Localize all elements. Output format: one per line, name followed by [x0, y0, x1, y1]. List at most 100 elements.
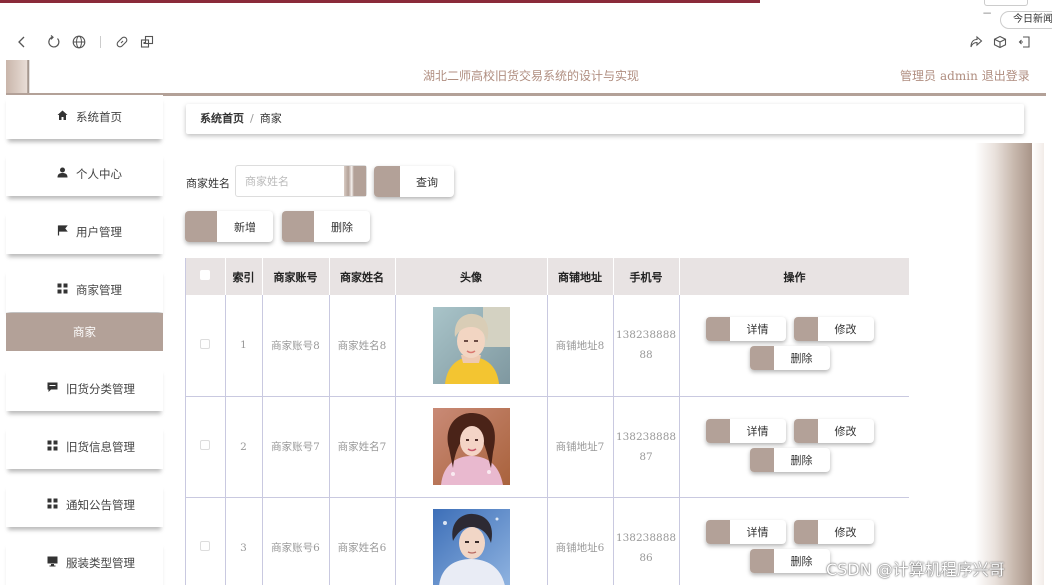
- avatar: [432, 509, 510, 585]
- sidebar-item-goods-mgmt[interactable]: 旧货信息管理: [6, 425, 163, 469]
- button-swatch: [705, 519, 730, 544]
- edit-button[interactable]: 修改: [793, 418, 874, 443]
- sidebar-item-label: 用户管理: [76, 225, 122, 239]
- avatar: [432, 408, 510, 485]
- breadcrumb-home[interactable]: 系统首页: [200, 112, 244, 125]
- detail-button-label: 详情: [746, 525, 769, 539]
- avatar-cell: [395, 295, 548, 397]
- sidebar-item-clothing-type-mgmt[interactable]: 服装类型管理: [6, 541, 163, 585]
- delete-button[interactable]: 删除: [282, 211, 370, 242]
- query-button-label: 查询: [416, 175, 438, 189]
- minimize-button[interactable]: −: [982, 6, 992, 20]
- table-header-row: 索引 商家账号 商家姓名 头像 商铺地址 手机号 操作: [186, 258, 909, 295]
- column-header: 操作: [679, 258, 909, 295]
- avatar: [432, 306, 510, 384]
- grid-icon: [56, 283, 68, 297]
- detail-button[interactable]: 详情: [705, 317, 786, 342]
- operations-group: 详情 修改 删除: [680, 397, 908, 497]
- share-icon[interactable]: [968, 34, 984, 50]
- column-header: 商铺地址: [547, 258, 614, 295]
- account-cell: 商家账号8: [262, 295, 330, 397]
- column-header: 手机号: [613, 258, 680, 295]
- address-cell: 商铺地址8: [547, 295, 614, 397]
- row-checkbox[interactable]: [200, 440, 211, 450]
- edit-button[interactable]: 修改: [793, 317, 874, 342]
- phone-cell: 138238888 86: [613, 497, 680, 585]
- avatar-cell: [395, 396, 548, 498]
- column-header: 索引: [225, 258, 263, 295]
- globe-icon[interactable]: [71, 34, 87, 50]
- exit-icon[interactable]: [1017, 34, 1033, 50]
- sidebar-item-label: 旧货信息管理: [66, 440, 135, 454]
- logout-link[interactable]: 退出登录: [982, 69, 1030, 83]
- sidebar-item-label: 商家: [73, 325, 96, 339]
- phone-line-1: 138238888: [615, 329, 677, 342]
- csdn-watermark: CSDN @计算机程序兴哥: [826, 560, 1005, 579]
- row-checkbox[interactable]: [200, 338, 211, 349]
- link-icon[interactable]: [114, 34, 130, 50]
- back-icon[interactable]: [14, 34, 30, 50]
- button-swatch: [793, 418, 818, 443]
- sidebar-item-merchant-mgmt[interactable]: 商家管理: [6, 268, 163, 312]
- sidebar-item-profile[interactable]: 个人中心: [6, 152, 163, 196]
- select-all-cell[interactable]: [186, 258, 226, 295]
- sidebar-item-category-mgmt[interactable]: 旧货分类管理: [6, 367, 163, 411]
- button-swatch: [705, 317, 730, 342]
- detail-button-label: 详情: [746, 323, 769, 337]
- query-button[interactable]: 查询: [374, 166, 454, 197]
- phone-cell: 138238888 88: [613, 295, 680, 397]
- row-checkbox[interactable]: [200, 541, 211, 551]
- sidebar-item-users[interactable]: 用户管理: [6, 210, 163, 254]
- window-top-line: [0, 0, 760, 3]
- row-select-cell[interactable]: [186, 396, 226, 498]
- account-cell: 商家账号7: [262, 396, 330, 498]
- breadcrumb-separator: /: [250, 112, 254, 125]
- button-swatch: [374, 166, 400, 197]
- column-header: 头像: [395, 258, 548, 295]
- sidebar-item-label: 个人中心: [76, 167, 122, 181]
- detail-button[interactable]: 详情: [705, 418, 786, 443]
- user-area: 管理员 admin 退出登录: [900, 67, 1030, 84]
- select-all-checkbox[interactable]: [200, 270, 211, 280]
- account-cell: 商家账号6: [262, 497, 330, 585]
- sidebar-item-label: 系统首页: [76, 110, 122, 124]
- row-select-cell[interactable]: [186, 497, 226, 585]
- row-delete-button[interactable]: 删除: [749, 346, 830, 371]
- today-news-tab[interactable]: 今日新闻: [1000, 11, 1052, 29]
- search-input[interactable]: [236, 166, 344, 196]
- table-row: 3 商家账号6 商家姓名6 商铺地址6 138238888 86 详情 修改 删…: [186, 497, 909, 585]
- edit-button-label: 修改: [834, 424, 857, 438]
- row-delete-button[interactable]: 删除: [749, 548, 830, 573]
- system-title: 湖北二师高校旧货交易系统的设计与实现: [423, 69, 640, 83]
- detail-button[interactable]: 详情: [705, 519, 786, 544]
- sidebar-item-label: 通知公告管理: [66, 498, 135, 512]
- sidebar-item-home[interactable]: 系统首页: [6, 95, 163, 139]
- phone-line-2: 86: [639, 551, 653, 564]
- sidebar-item-notice-mgmt[interactable]: 通知公告管理: [6, 483, 163, 527]
- phone-line-2: 87: [639, 450, 653, 463]
- user-icon: [56, 167, 68, 181]
- qr-icon[interactable]: [139, 34, 155, 50]
- edit-button[interactable]: 修改: [793, 519, 874, 544]
- row-delete-button-label: 删除: [790, 352, 813, 366]
- add-button[interactable]: 新增: [185, 211, 273, 242]
- grid-icon: [46, 440, 58, 454]
- toolbar-divider: [100, 36, 101, 48]
- row-select-cell[interactable]: [186, 295, 226, 397]
- flag-icon: [56, 225, 68, 239]
- operations-group: 详情 修改 删除: [680, 295, 908, 395]
- merchant-table: 索引 商家账号 商家姓名 头像 商铺地址 手机号 操作 1 商家账号8 商家姓名…: [185, 258, 909, 585]
- user-role: 管理员: [900, 69, 937, 83]
- cube-icon[interactable]: [992, 34, 1008, 50]
- name-cell: 商家姓名6: [329, 497, 396, 585]
- reload-icon[interactable]: [46, 34, 62, 50]
- button-swatch: [282, 211, 314, 242]
- edit-button-label: 修改: [834, 323, 857, 337]
- sidebar-item-label: 商家管理: [76, 283, 122, 297]
- sidebar-subitem-merchant[interactable]: 商家: [6, 313, 163, 351]
- column-header: 商家账号: [262, 258, 330, 295]
- grid-icon: [46, 498, 58, 512]
- monitor-icon: [46, 556, 58, 570]
- detail-button-label: 详情: [746, 424, 769, 438]
- row-delete-button[interactable]: 删除: [749, 447, 830, 472]
